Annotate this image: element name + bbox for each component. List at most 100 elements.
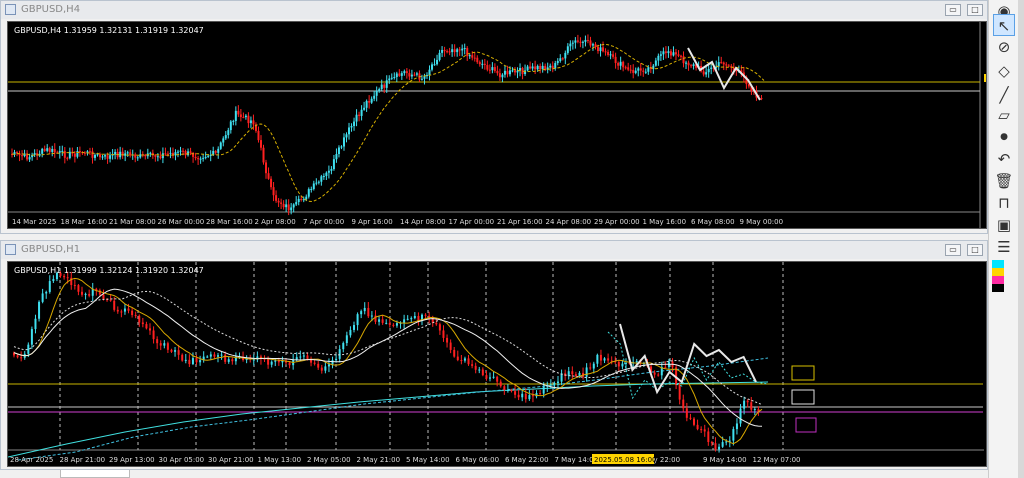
color-swatch[interactable] xyxy=(992,276,1004,284)
candle-body xyxy=(385,322,388,324)
candle-body xyxy=(592,363,595,369)
line-icon[interactable]: ╱ xyxy=(993,84,1015,106)
maximize-button[interactable]: □ xyxy=(967,4,983,16)
candle-body xyxy=(410,318,413,320)
candle-body xyxy=(184,151,187,156)
crosshair-icon[interactable]: ⊘ xyxy=(993,36,1015,58)
candle-body xyxy=(541,65,544,70)
candle-body xyxy=(510,390,513,392)
candle-body xyxy=(476,57,479,63)
candle-body xyxy=(154,155,157,157)
candle-body xyxy=(458,49,461,51)
candle-body xyxy=(725,64,728,66)
candle-body xyxy=(139,154,142,158)
candle-body xyxy=(270,361,273,365)
candle-body xyxy=(442,330,445,338)
candle-body xyxy=(63,150,66,158)
candle-body xyxy=(330,169,333,171)
h4-chart-window: GBPUSD,H4 ▭ □ 14 Mar 2025 18 Mar 16:00 21 … xyxy=(0,0,988,234)
vertical-scrollbar[interactable] xyxy=(1018,0,1024,478)
candle-body xyxy=(501,74,504,78)
candle-body xyxy=(468,55,471,57)
candle-body xyxy=(693,418,695,425)
candle-body xyxy=(385,80,388,88)
minimize-button[interactable]: ▭ xyxy=(945,4,961,16)
candle-body xyxy=(378,319,381,322)
candle-body xyxy=(306,355,309,359)
h1-time-label: 28 Apr 2025 xyxy=(10,456,53,464)
chart-tab[interactable] xyxy=(60,470,130,478)
candle-body xyxy=(365,100,368,108)
candle-body xyxy=(644,71,647,73)
candle-body xyxy=(624,67,627,69)
candle-body xyxy=(195,358,198,363)
h1-magenta-box xyxy=(795,417,817,433)
candle-body xyxy=(317,181,320,183)
color-swatch[interactable] xyxy=(992,284,1004,292)
candle-body xyxy=(259,140,262,148)
candle-body xyxy=(591,44,594,46)
candle-body xyxy=(438,52,441,60)
undo-icon[interactable]: ↶ xyxy=(993,148,1015,170)
candle-body xyxy=(539,393,542,395)
screenshot-icon[interactable]: ▣ xyxy=(993,214,1015,236)
candle-body xyxy=(662,51,665,55)
candle-body xyxy=(149,152,152,154)
candle-body xyxy=(184,359,187,361)
h1-time-label: 2 May 05:00 xyxy=(307,456,351,464)
trash-icon[interactable]: 🗑 xyxy=(993,170,1015,192)
dot-icon[interactable]: ● xyxy=(993,126,1015,148)
h4-title-bar[interactable]: GBPUSD,H4 ▭ □ xyxy=(1,1,987,19)
eraser-icon[interactable]: ◇ xyxy=(993,60,1015,82)
layers-icon[interactable]: ☰ xyxy=(993,236,1015,258)
candle-body xyxy=(48,148,51,152)
candle-body xyxy=(88,293,91,296)
magnet-icon[interactable]: ⊓ xyxy=(993,192,1015,214)
candle-body xyxy=(350,126,353,128)
candle-body xyxy=(485,375,488,379)
candle-body xyxy=(410,74,413,77)
maximize-button[interactable]: □ xyxy=(967,244,983,256)
candle-body xyxy=(327,170,330,173)
candle-body xyxy=(113,300,116,310)
h4-time-label: 2 Apr 08:00 xyxy=(255,218,296,226)
candle-body xyxy=(456,49,459,53)
candle-body xyxy=(102,294,105,300)
candle-body xyxy=(101,156,104,158)
candle-body xyxy=(219,142,222,149)
candle-body xyxy=(282,203,285,208)
candle-body xyxy=(617,62,620,66)
candle-body xyxy=(619,61,622,66)
candle-body xyxy=(136,157,139,159)
h1-chart-area[interactable]: 1.335201.330901.326501.322101.317801.313… xyxy=(7,261,987,467)
candle-body xyxy=(493,67,496,71)
color-swatch[interactable] xyxy=(992,260,1004,268)
candle-body xyxy=(639,68,642,71)
candle-body xyxy=(313,362,316,364)
cursor-icon[interactable]: ↖ xyxy=(993,14,1015,36)
candle-body xyxy=(696,424,699,430)
candle-body xyxy=(338,349,341,359)
candle-body xyxy=(267,359,270,365)
drawing-toolbar: ◉ ↖ ⊘ ◇ ╱ ▱ ● ↶ 🗑 ⊓ ▣ ☰ xyxy=(988,0,1019,478)
candle-body xyxy=(320,176,323,182)
candle-body xyxy=(388,322,391,325)
candle-body xyxy=(413,74,416,76)
ruler-icon[interactable]: ▱ xyxy=(993,104,1015,126)
candle-body xyxy=(576,40,579,42)
candle-body xyxy=(159,343,162,346)
candle-body xyxy=(129,152,132,156)
candle-body xyxy=(597,46,600,52)
candle-body xyxy=(73,153,76,157)
candle-body xyxy=(498,73,501,78)
chart-window-icon xyxy=(5,244,16,255)
h1-ma-fast xyxy=(13,277,763,445)
h4-chart-area[interactable]: 14 Mar 2025 18 Mar 16:00 21 Mar 08:00 26 Ma… xyxy=(7,21,987,229)
candle-body xyxy=(446,51,449,53)
color-swatch[interactable] xyxy=(992,268,1004,276)
h1-title-bar[interactable]: GBPUSD,H1 ▭ □ xyxy=(1,241,987,259)
candle-body xyxy=(463,358,466,361)
color-swatches[interactable] xyxy=(992,260,1004,292)
minimize-button[interactable]: ▭ xyxy=(945,244,961,256)
candle-body xyxy=(503,70,506,75)
